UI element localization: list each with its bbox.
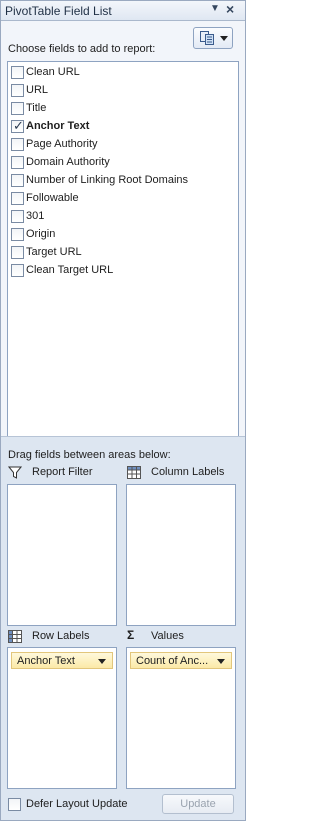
defer-layout-checkbox[interactable] xyxy=(8,798,21,811)
field-checkbox[interactable] xyxy=(11,210,24,223)
field-row[interactable]: Domain Authority xyxy=(10,154,236,172)
checkmark-icon: ✓ xyxy=(13,118,24,133)
field-row[interactable]: Page Authority xyxy=(10,136,236,154)
defer-layout-label: Defer Layout Update xyxy=(26,798,128,810)
field-label: Title xyxy=(26,102,47,114)
report-filter-header: Report Filter xyxy=(8,465,118,481)
row-labels-drop-area[interactable]: Anchor Text xyxy=(7,647,117,789)
values-header: Σ Values xyxy=(127,628,237,645)
update-button[interactable]: Update xyxy=(162,794,234,814)
field-checkbox[interactable] xyxy=(11,66,24,79)
field-list-layout-icon xyxy=(200,31,214,45)
row-field-chip[interactable]: Anchor Text xyxy=(11,652,113,669)
report-filter-drop-area[interactable] xyxy=(7,484,117,626)
caret-down-icon[interactable]: ▼ xyxy=(210,3,220,14)
field-row[interactable]: URL xyxy=(10,82,236,100)
drag-fields-label: Drag fields between areas below: xyxy=(8,449,171,461)
field-label: Clean Target URL xyxy=(26,264,114,276)
column-labels-label: Column Labels xyxy=(151,466,225,478)
report-filter-label: Report Filter xyxy=(32,466,93,478)
row-labels-header: Row Labels xyxy=(8,629,118,645)
field-checkbox[interactable] xyxy=(11,174,24,187)
field-row[interactable]: Number of Linking Root Domains xyxy=(10,172,236,190)
field-row[interactable]: Target URL xyxy=(10,244,236,262)
field-row[interactable]: Origin xyxy=(10,226,236,244)
field-checkbox[interactable] xyxy=(11,84,24,97)
chevron-down-icon xyxy=(217,659,225,664)
field-label: Clean URL xyxy=(26,66,80,78)
pane-title: PivotTable Field List xyxy=(5,4,112,18)
column-grid-icon xyxy=(127,466,141,479)
value-field-chip[interactable]: Count of Anc... xyxy=(130,652,232,669)
field-label: URL xyxy=(26,84,49,96)
field-label: Number of Linking Root Domains xyxy=(26,174,189,186)
field-row[interactable]: Clean Target URL xyxy=(10,262,236,280)
field-row[interactable]: 301 xyxy=(10,208,236,226)
close-icon[interactable]: × xyxy=(226,1,234,17)
column-labels-header: Column Labels xyxy=(127,465,237,481)
field-checkbox[interactable] xyxy=(11,264,24,277)
field-row[interactable]: Title xyxy=(10,100,236,118)
chevron-down-icon xyxy=(98,659,106,664)
filter-icon xyxy=(8,466,22,479)
field-checkbox[interactable] xyxy=(11,228,24,241)
field-label: Origin xyxy=(26,228,56,240)
field-row[interactable]: Followable xyxy=(10,190,236,208)
field-checkbox[interactable] xyxy=(11,138,24,151)
row-labels-label: Row Labels xyxy=(32,630,90,642)
column-labels-drop-area[interactable] xyxy=(126,484,236,626)
field-section: Choose fields to add to report: Clean UR… xyxy=(1,21,245,451)
field-row[interactable]: ✓ Anchor Text xyxy=(10,118,236,136)
row-grid-icon xyxy=(8,630,22,643)
field-label: Followable xyxy=(26,192,79,204)
values-label: Values xyxy=(151,630,184,642)
sigma-icon: Σ xyxy=(127,628,135,642)
chevron-down-icon xyxy=(220,36,228,41)
field-checkbox[interactable] xyxy=(11,156,24,169)
pivot-field-list-pane: PivotTable Field List ▼ × Choose fields … xyxy=(0,0,246,821)
field-list: Clean URL URL Title ✓ Anchor Text Page Author… xyxy=(7,61,239,451)
areas-section: Drag fields between areas below: Report … xyxy=(1,436,245,820)
field-label: Target URL xyxy=(26,246,82,258)
field-label: Domain Authority xyxy=(26,156,110,168)
value-field-chip-label: Count of Anc... xyxy=(136,655,209,667)
values-drop-area[interactable]: Count of Anc... xyxy=(126,647,236,789)
field-label: Page Authority xyxy=(26,138,98,150)
field-row[interactable]: Clean URL xyxy=(10,64,236,82)
title-bar: PivotTable Field List ▼ × xyxy=(1,1,245,21)
field-label: 301 xyxy=(26,210,45,222)
field-label: Anchor Text xyxy=(26,120,90,132)
field-checkbox[interactable] xyxy=(11,246,24,259)
field-checkbox[interactable] xyxy=(11,102,24,115)
choose-fields-label: Choose fields to add to report: xyxy=(8,43,156,55)
field-list-layout-button[interactable] xyxy=(193,27,233,49)
field-checkbox[interactable]: ✓ xyxy=(11,118,24,133)
row-field-chip-label: Anchor Text xyxy=(17,655,75,667)
field-checkbox[interactable] xyxy=(11,192,24,205)
